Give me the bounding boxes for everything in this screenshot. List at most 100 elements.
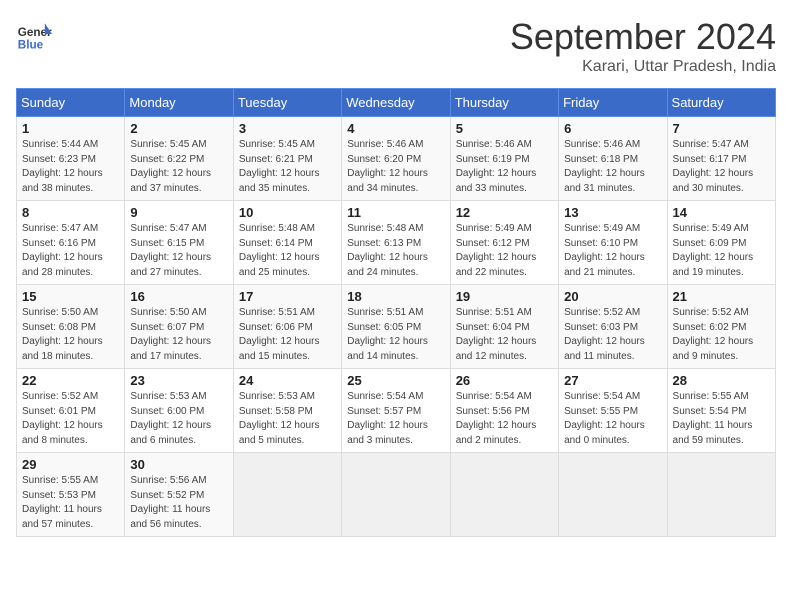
day-number: 2 (130, 121, 227, 136)
day-info: Sunrise: 5:50 AMSunset: 6:07 PMDaylight:… (130, 306, 227, 364)
day-info: Sunrise: 5:52 AMSunset: 6:02 PMDaylight:… (673, 306, 770, 364)
calendar-day-cell: 22 Sunrise: 5:52 AMSunset: 6:01 PMDayligh… (17, 369, 125, 453)
day-info: Sunrise: 5:45 AMSunset: 6:21 PMDaylight:… (239, 138, 336, 196)
calendar-day-cell: 27Sunrise: 5:54 AMSunset: 5:55 PMDayligh… (559, 369, 667, 453)
calendar-header-row: SundayMondayTuesdayWednesdayThursdayFrid… (17, 89, 776, 117)
calendar-day-cell: 17Sunrise: 5:51 AMSunset: 6:06 PMDayligh… (233, 285, 341, 369)
calendar-day-cell: 7 Sunrise: 5:47 AMSunset: 6:17 PMDaylight… (667, 117, 775, 201)
calendar-day-cell: 14 Sunrise: 5:49 AMSunset: 6:09 PMDayligh… (667, 201, 775, 285)
day-number: 21 (673, 289, 770, 304)
week-row-1: 8Sunrise: 5:47 AMSunset: 6:16 PMDaylight… (17, 201, 776, 285)
svg-text:Blue: Blue (18, 38, 44, 51)
calendar-day-cell: 30 Sunrise: 5:56 AMSunset: 5:52 PMDayligh… (125, 453, 233, 537)
day-number: 5 (456, 121, 553, 136)
logo: General Blue (16, 16, 52, 52)
day-number: 19 (456, 289, 553, 304)
day-info: Sunrise: 5:47 AMSunset: 6:17 PMDaylight:… (673, 138, 770, 196)
day-number: 7 (673, 121, 770, 136)
day-info: Sunrise: 5:48 AMSunset: 6:14 PMDaylight:… (239, 222, 336, 280)
calendar-day-cell: 15 Sunrise: 5:50 AMSunset: 6:08 PMDayligh… (17, 285, 125, 369)
day-number: 30 (130, 457, 227, 472)
day-header-tuesday: Tuesday (233, 89, 341, 117)
calendar-day-cell: 24 Sunrise: 5:53 AMSunset: 5:58 PMDayligh… (233, 369, 341, 453)
day-number: 28 (673, 373, 770, 388)
calendar-day-cell: 5Sunrise: 5:46 AMSunset: 6:19 PMDaylight… (450, 117, 558, 201)
day-info: Sunrise: 5:53 AMSunset: 5:58 PMDaylight:… (239, 390, 336, 448)
calendar-day-cell: 1 Sunrise: 5:44 AMSunset: 6:23 PMDaylight… (17, 117, 125, 201)
calendar-day-cell: 9 Sunrise: 5:47 AMSunset: 6:15 PMDaylight… (125, 201, 233, 285)
week-row-2: 15 Sunrise: 5:50 AMSunset: 6:08 PMDayligh… (17, 285, 776, 369)
day-header-friday: Friday (559, 89, 667, 117)
day-number: 13 (564, 205, 661, 220)
empty-cell (233, 453, 341, 537)
calendar-day-cell: 26Sunrise: 5:54 AMSunset: 5:56 PMDayligh… (450, 369, 558, 453)
day-number: 25 (347, 373, 444, 388)
month-title: September 2024 (510, 16, 776, 58)
calendar-day-cell: 2 Sunrise: 5:45 AMSunset: 6:22 PMDaylight… (125, 117, 233, 201)
day-info: Sunrise: 5:46 AMSunset: 6:20 PMDaylight:… (347, 138, 444, 196)
calendar-day-cell: 4 Sunrise: 5:46 AMSunset: 6:20 PMDaylight… (342, 117, 450, 201)
logo-icon: General Blue (16, 16, 52, 52)
calendar-day-cell: 23Sunrise: 5:53 AMSunset: 6:00 PMDayligh… (125, 369, 233, 453)
calendar-day-cell: 3 Sunrise: 5:45 AMSunset: 6:21 PMDaylight… (233, 117, 341, 201)
day-info: Sunrise: 5:45 AMSunset: 6:22 PMDaylight:… (130, 138, 227, 196)
week-row-0: 1 Sunrise: 5:44 AMSunset: 6:23 PMDaylight… (17, 117, 776, 201)
day-info: Sunrise: 5:44 AMSunset: 6:23 PMDaylight:… (22, 138, 119, 196)
calendar-day-cell: 20Sunrise: 5:52 AMSunset: 6:03 PMDayligh… (559, 285, 667, 369)
calendar-day-cell: 29Sunrise: 5:55 AMSunset: 5:53 PMDayligh… (17, 453, 125, 537)
day-info: Sunrise: 5:46 AMSunset: 6:18 PMDaylight:… (564, 138, 661, 196)
day-number: 12 (456, 205, 553, 220)
day-info: Sunrise: 5:47 AMSunset: 6:16 PMDaylight:… (22, 222, 119, 280)
calendar-day-cell: 10 Sunrise: 5:48 AMSunset: 6:14 PMDayligh… (233, 201, 341, 285)
calendar-table: SundayMondayTuesdayWednesdayThursdayFrid… (16, 88, 776, 537)
day-number: 14 (673, 205, 770, 220)
empty-cell (450, 453, 558, 537)
page-header: General Blue September 2024 Karari, Utta… (16, 16, 776, 76)
day-info: Sunrise: 5:47 AMSunset: 6:15 PMDaylight:… (130, 222, 227, 280)
day-info: Sunrise: 5:49 AMSunset: 6:10 PMDaylight:… (564, 222, 661, 280)
day-info: Sunrise: 5:49 AMSunset: 6:09 PMDaylight:… (673, 222, 770, 280)
day-info: Sunrise: 5:50 AMSunset: 6:08 PMDaylight:… (22, 306, 119, 364)
day-number: 27 (564, 373, 661, 388)
day-info: Sunrise: 5:55 AMSunset: 5:53 PMDaylight:… (22, 474, 119, 532)
day-number: 4 (347, 121, 444, 136)
calendar-day-cell: 8Sunrise: 5:47 AMSunset: 6:16 PMDaylight… (17, 201, 125, 285)
day-info: Sunrise: 5:52 AMSunset: 6:03 PMDaylight:… (564, 306, 661, 364)
day-number: 9 (130, 205, 227, 220)
day-number: 24 (239, 373, 336, 388)
calendar-day-cell: 6 Sunrise: 5:46 AMSunset: 6:18 PMDaylight… (559, 117, 667, 201)
day-number: 26 (456, 373, 553, 388)
week-row-4: 29Sunrise: 5:55 AMSunset: 5:53 PMDayligh… (17, 453, 776, 537)
day-info: Sunrise: 5:52 AMSunset: 6:01 PMDaylight:… (22, 390, 119, 448)
day-number: 15 (22, 289, 119, 304)
title-area: September 2024 Karari, Uttar Pradesh, In… (510, 16, 776, 76)
calendar-day-cell: 25 Sunrise: 5:54 AMSunset: 5:57 PMDayligh… (342, 369, 450, 453)
day-number: 16 (130, 289, 227, 304)
calendar-day-cell: 21 Sunrise: 5:52 AMSunset: 6:02 PMDayligh… (667, 285, 775, 369)
location-subtitle: Karari, Uttar Pradesh, India (510, 58, 776, 76)
day-number: 6 (564, 121, 661, 136)
day-info: Sunrise: 5:53 AMSunset: 6:00 PMDaylight:… (130, 390, 227, 448)
calendar-day-cell: 19Sunrise: 5:51 AMSunset: 6:04 PMDayligh… (450, 285, 558, 369)
day-info: Sunrise: 5:55 AMSunset: 5:54 PMDaylight:… (673, 390, 770, 448)
day-info: Sunrise: 5:56 AMSunset: 5:52 PMDaylight:… (130, 474, 227, 532)
calendar-day-cell: 28 Sunrise: 5:55 AMSunset: 5:54 PMDayligh… (667, 369, 775, 453)
day-info: Sunrise: 5:54 AMSunset: 5:57 PMDaylight:… (347, 390, 444, 448)
week-row-3: 22 Sunrise: 5:52 AMSunset: 6:01 PMDayligh… (17, 369, 776, 453)
day-number: 11 (347, 205, 444, 220)
empty-cell (342, 453, 450, 537)
day-header-thursday: Thursday (450, 89, 558, 117)
calendar-day-cell: 18 Sunrise: 5:51 AMSunset: 6:05 PMDayligh… (342, 285, 450, 369)
day-info: Sunrise: 5:51 AMSunset: 6:06 PMDaylight:… (239, 306, 336, 364)
day-header-sunday: Sunday (17, 89, 125, 117)
day-number: 3 (239, 121, 336, 136)
day-number: 18 (347, 289, 444, 304)
calendar-day-cell: 12 Sunrise: 5:49 AMSunset: 6:12 PMDayligh… (450, 201, 558, 285)
day-number: 22 (22, 373, 119, 388)
day-info: Sunrise: 5:49 AMSunset: 6:12 PMDaylight:… (456, 222, 553, 280)
day-header-wednesday: Wednesday (342, 89, 450, 117)
day-number: 1 (22, 121, 119, 136)
day-header-saturday: Saturday (667, 89, 775, 117)
day-info: Sunrise: 5:51 AMSunset: 6:05 PMDaylight:… (347, 306, 444, 364)
day-number: 10 (239, 205, 336, 220)
